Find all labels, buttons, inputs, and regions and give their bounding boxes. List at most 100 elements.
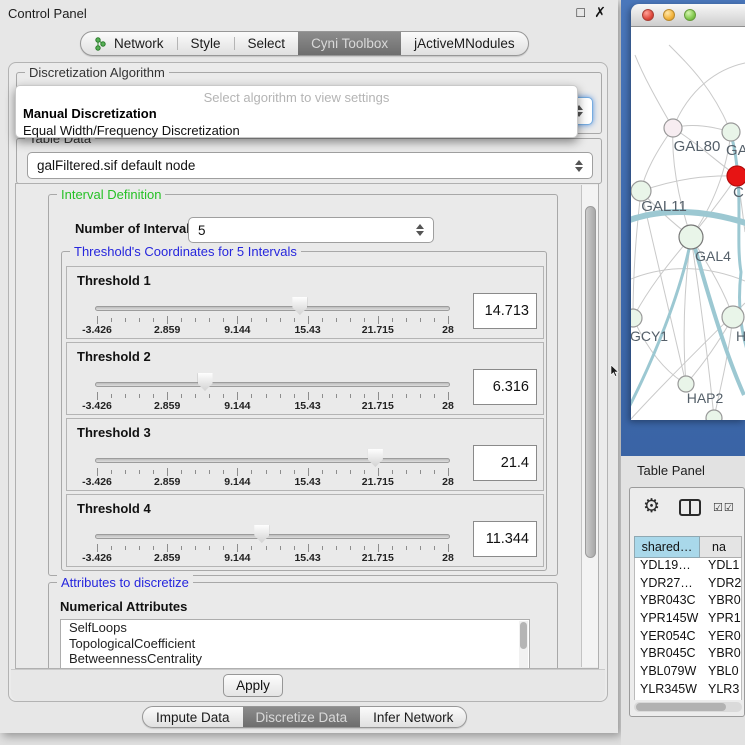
- cell-shared-name[interactable]: YDR27…: [635, 576, 701, 594]
- cell-shared-name[interactable]: YDL19…: [635, 558, 701, 576]
- threshold-slider-track[interactable]: [95, 458, 450, 463]
- cell-name[interactable]: YIL0: [701, 700, 741, 701]
- numerical-attributes-list[interactable]: SelfLoopsTopologicalCoefficientBetweenne…: [60, 619, 530, 669]
- cell-name[interactable]: YER0: [701, 629, 741, 647]
- select-all-checkboxes-icon[interactable]: ☑☑: [713, 501, 735, 514]
- cell-name[interactable]: YPR1: [701, 611, 741, 629]
- slider-tick: [195, 546, 196, 550]
- mouse-cursor: [610, 365, 619, 377]
- slider-tick: [364, 394, 365, 398]
- close-window-icon[interactable]: ✗: [594, 4, 606, 21]
- table-horizontal-scrollbar[interactable]: [634, 702, 742, 712]
- tab-infer-network[interactable]: Infer Network: [360, 707, 466, 727]
- minimize-traffic-light-icon[interactable]: [663, 9, 675, 21]
- slider-tick: [420, 546, 421, 550]
- threshold-value-box[interactable]: 11.344: [473, 521, 537, 557]
- close-traffic-light-icon[interactable]: [642, 9, 654, 21]
- show-columns-icon[interactable]: [679, 499, 701, 516]
- discretization-algorithm-group-title: Discretization Algorithm: [25, 65, 169, 80]
- attribute-list-item[interactable]: BetweennessCentrality: [61, 651, 529, 667]
- network-node[interactable]: [722, 306, 744, 328]
- table-row[interactable]: YBL079WYBL0: [635, 664, 741, 682]
- settings-vertical-scrollbar[interactable]: [581, 185, 598, 667]
- cell-shared-name[interactable]: YBL079W: [635, 664, 701, 682]
- table-horizontal-scrollbar-thumb[interactable]: [636, 703, 726, 711]
- network-node[interactable]: [664, 119, 682, 137]
- threshold-slider-track[interactable]: [95, 534, 450, 539]
- zoom-traffic-light-icon[interactable]: [684, 9, 696, 21]
- settings-scroll-panel: Interval Definition Number of Intervals …: [15, 183, 599, 669]
- settings-gear-icon[interactable]: ⚙: [643, 495, 660, 518]
- tab-select[interactable]: Select: [235, 32, 299, 55]
- slider-tick: [251, 546, 252, 550]
- slider-tick: [406, 394, 407, 398]
- table-row[interactable]: YBR043CYBR0: [635, 593, 741, 611]
- network-nodes[interactable]: [631, 119, 745, 420]
- network-node[interactable]: [706, 410, 722, 420]
- threshold-value-box[interactable]: 14.713: [473, 293, 537, 329]
- slider-tick: [223, 546, 224, 550]
- threshold-value-box[interactable]: 21.4: [473, 445, 537, 481]
- column-header-shared-name[interactable]: shared…: [634, 536, 700, 558]
- cell-shared-name[interactable]: YBR043C: [635, 593, 701, 611]
- table-data-select[interactable]: galFiltered.sif default node: [27, 152, 593, 179]
- table-row[interactable]: YPR145WYPR1: [635, 611, 741, 629]
- slider-tick: [223, 318, 224, 322]
- cell-name[interactable]: YDL1: [701, 558, 741, 576]
- slider-thumb[interactable]: [254, 525, 269, 543]
- table-row[interactable]: YDL19…YDL1: [635, 558, 741, 576]
- slider-tick: [336, 470, 337, 474]
- tab-cyni-toolbox[interactable]: Cyni Toolbox: [298, 32, 401, 55]
- cell-shared-name[interactable]: YIL052C: [635, 700, 701, 701]
- slider-thumb[interactable]: [198, 373, 213, 391]
- column-header-name[interactable]: na: [700, 536, 742, 558]
- cell-name[interactable]: YBL0: [701, 664, 741, 682]
- attributes-scrollbar[interactable]: [519, 621, 528, 668]
- dropdown-placeholder-option[interactable]: Select algorithm to view settings: [16, 90, 577, 105]
- network-node[interactable]: [679, 225, 703, 249]
- settings-scrollbar-thumb[interactable]: [585, 206, 596, 558]
- tab-style-label: Style: [191, 36, 221, 51]
- slider-tick: [125, 546, 126, 550]
- slider-thumb[interactable]: [368, 449, 383, 467]
- table-row[interactable]: YBR045CYBR0: [635, 646, 741, 664]
- network-canvas[interactable]: GAL80GACGAL11GAL4GCY1HHAP2: [631, 27, 745, 420]
- dropdown-option-equal-width-frequency[interactable]: Equal Width/Frequency Discretization: [23, 123, 240, 138]
- threshold-slider-track[interactable]: [95, 306, 450, 311]
- table-row[interactable]: YER054CYER0: [635, 629, 741, 647]
- network-node[interactable]: [631, 309, 642, 327]
- cell-shared-name[interactable]: YPR145W: [635, 611, 701, 629]
- cell-name[interactable]: YBR0: [701, 646, 741, 664]
- tab-cyni-toolbox-label: Cyni Toolbox: [311, 36, 388, 51]
- cell-name[interactable]: YLR3: [701, 682, 741, 700]
- cell-name[interactable]: YBR0: [701, 593, 741, 611]
- cell-shared-name[interactable]: YLR345W: [635, 682, 701, 700]
- slider-thumb[interactable]: [292, 297, 307, 315]
- network-node[interactable]: [727, 166, 745, 186]
- table-row[interactable]: YIL052CYIL0: [635, 700, 741, 701]
- tab-network[interactable]: Network: [81, 32, 177, 55]
- attributes-scrollbar-thumb[interactable]: [520, 622, 527, 649]
- cell-name[interactable]: YDR2: [701, 576, 741, 594]
- cell-shared-name[interactable]: YER054C: [635, 629, 701, 647]
- float-window-icon[interactable]: □: [577, 4, 585, 20]
- table-row[interactable]: YLR345WYLR3: [635, 682, 741, 700]
- attribute-list-item[interactable]: TopologicalCoefficient: [61, 636, 529, 652]
- dropdown-option-manual-discretization[interactable]: Manual Discretization: [23, 106, 157, 121]
- slider-tick-label: 21.715: [362, 324, 394, 336]
- network-node[interactable]: [722, 123, 740, 141]
- tab-impute-data[interactable]: Impute Data: [143, 707, 243, 727]
- threshold-value-box[interactable]: 6.316: [473, 369, 537, 405]
- attribute-list-item[interactable]: SelfLoops: [61, 620, 529, 636]
- slider-tick: [181, 546, 182, 550]
- tab-style[interactable]: Style: [178, 32, 234, 55]
- tab-jactivemnodules[interactable]: jActiveMNodules: [401, 32, 528, 55]
- number-of-intervals-select[interactable]: 5: [188, 217, 434, 243]
- cell-shared-name[interactable]: YBR045C: [635, 646, 701, 664]
- apply-button[interactable]: Apply: [223, 674, 283, 697]
- slider-tick: [434, 546, 435, 550]
- node-table-rows: YDL19…YDL1YDR27…YDR2YBR043CYBR0YPR145WYP…: [634, 558, 742, 700]
- tab-discretize-data[interactable]: Discretize Data: [243, 707, 361, 727]
- threshold-slider-track[interactable]: [95, 382, 450, 387]
- table-row[interactable]: YDR27…YDR2: [635, 576, 741, 594]
